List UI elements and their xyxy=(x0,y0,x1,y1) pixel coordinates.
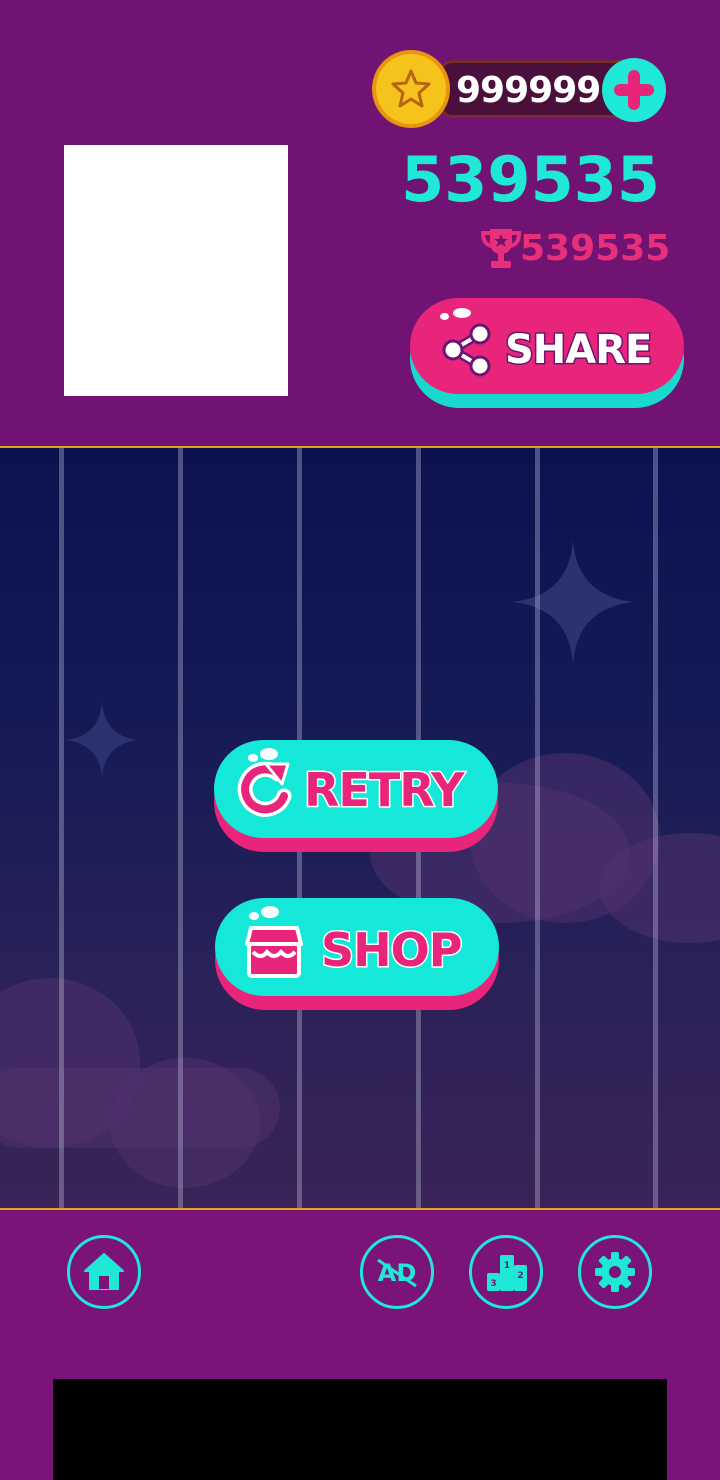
ad-banner-area[interactable] xyxy=(53,1379,667,1480)
settings-button[interactable] xyxy=(578,1235,652,1309)
result-thumbnail xyxy=(64,145,288,396)
share-gloss-dot xyxy=(453,308,471,318)
retry-button[interactable]: RETRY xyxy=(214,740,498,852)
podium-icon: 1 2 3 xyxy=(487,1255,527,1291)
plus-icon xyxy=(614,70,654,110)
home-button[interactable] xyxy=(67,1235,141,1309)
sparkle-icon xyxy=(66,703,138,777)
shop-gloss-dot xyxy=(261,906,279,918)
gear-icon xyxy=(595,1252,635,1292)
podium-place-first: 1 xyxy=(504,1261,510,1271)
retry-button-label: RETRY xyxy=(303,762,466,819)
lane-divider xyxy=(653,448,658,1208)
leaderboard-button[interactable]: 1 2 3 xyxy=(469,1235,543,1309)
sparkle-icon xyxy=(512,540,634,664)
shop-button[interactable]: SHOP xyxy=(215,898,499,1010)
retry-gloss-dot xyxy=(260,748,278,760)
lane-divider xyxy=(59,448,64,1208)
background-cloud xyxy=(0,1068,280,1148)
trophy-icon xyxy=(480,229,522,268)
share-icon xyxy=(442,323,491,377)
no-ads-icon: AD xyxy=(377,1258,417,1288)
podium-place-second: 2 xyxy=(517,1271,523,1281)
podium-place-third: 3 xyxy=(490,1279,496,1289)
add-coins-button[interactable] xyxy=(602,58,666,122)
lane-divider xyxy=(178,448,183,1208)
shop-gloss-dot xyxy=(249,912,259,920)
lane-divider xyxy=(535,448,540,1208)
current-score: 539535 xyxy=(401,143,660,216)
share-gloss-dot xyxy=(440,313,449,320)
star-coin-icon xyxy=(372,50,450,128)
store-icon xyxy=(245,926,303,978)
best-score: 539535 xyxy=(520,228,671,269)
remove-ads-button[interactable]: AD xyxy=(360,1235,434,1309)
shop-button-label: SHOP xyxy=(320,922,464,979)
coin-balance: 999999 xyxy=(456,70,601,111)
home-icon xyxy=(84,1253,124,1290)
share-button-label: SHARE xyxy=(504,326,654,375)
refresh-icon xyxy=(237,761,292,817)
